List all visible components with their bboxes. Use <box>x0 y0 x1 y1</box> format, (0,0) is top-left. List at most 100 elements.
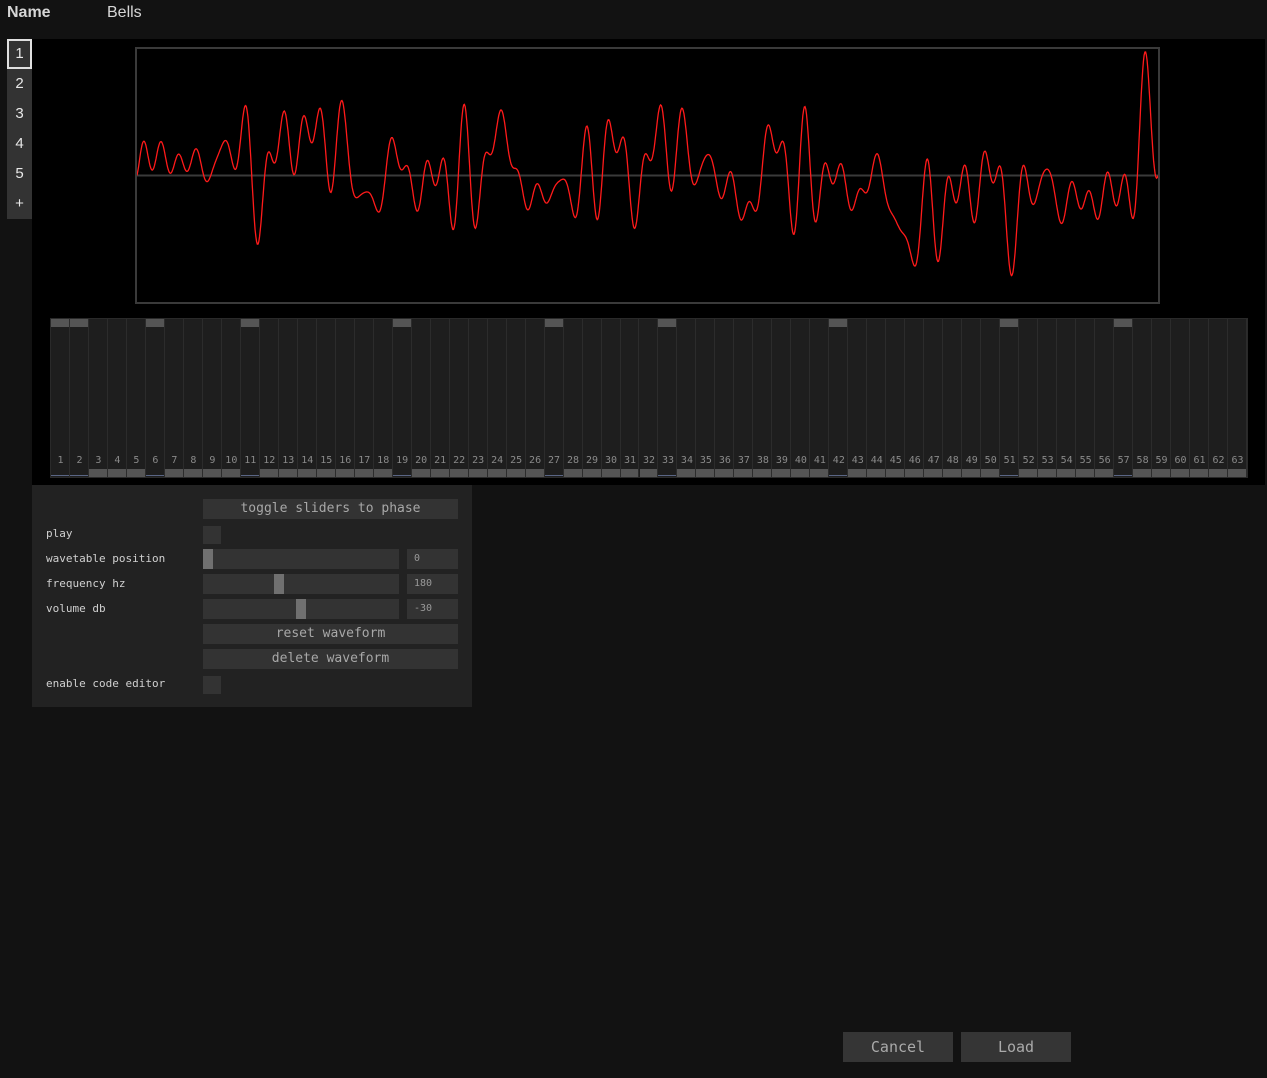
harmonic-slider[interactable]: 40 <box>791 319 811 477</box>
slider-handle[interactable] <box>829 319 848 327</box>
slider-handle[interactable] <box>886 469 905 477</box>
harmonic-slider[interactable]: 51 <box>1000 319 1020 477</box>
harmonic-slider[interactable]: 52 <box>1019 319 1039 477</box>
slider-handle[interactable] <box>88 469 107 477</box>
slider-handle[interactable] <box>1095 469 1114 477</box>
slider-handle[interactable] <box>354 469 373 477</box>
load-button[interactable]: Load <box>961 1032 1071 1062</box>
harmonic-slider[interactable]: 34 <box>677 319 697 477</box>
harmonic-slider[interactable]: 24 <box>487 319 507 477</box>
slider-thumb[interactable] <box>273 574 284 594</box>
harmonic-slider[interactable]: 11 <box>240 319 260 477</box>
slider-handle[interactable] <box>145 319 164 327</box>
harmonic-slider[interactable]: 30 <box>601 319 621 477</box>
slider-handle[interactable] <box>278 469 297 477</box>
tab-4[interactable]: 4 <box>7 129 32 159</box>
add-tab-button[interactable]: + <box>7 189 32 219</box>
frequency-input[interactable]: 180 <box>407 574 458 594</box>
slider-handle[interactable] <box>1019 469 1038 477</box>
harmonic-slider[interactable]: 28 <box>563 319 583 477</box>
slider-handle[interactable] <box>943 469 962 477</box>
harmonic-slider[interactable]: 57 <box>1114 319 1134 477</box>
harmonic-slider[interactable]: 63 <box>1228 319 1247 477</box>
wavetable-position-slider[interactable] <box>203 549 399 569</box>
slider-handle[interactable] <box>1152 469 1171 477</box>
harmonic-slider[interactable]: 49 <box>962 319 982 477</box>
slider-handle[interactable] <box>867 469 886 477</box>
slider-handle[interactable] <box>639 469 658 477</box>
slider-handle[interactable] <box>487 469 506 477</box>
harmonic-slider[interactable]: 20 <box>411 319 431 477</box>
slider-handle[interactable] <box>734 469 753 477</box>
slider-handle[interactable] <box>810 469 829 477</box>
slider-handle[interactable] <box>449 469 468 477</box>
harmonic-slider[interactable]: 60 <box>1171 319 1191 477</box>
harmonic-slider[interactable]: 26 <box>525 319 545 477</box>
slider-handle[interactable] <box>126 469 145 477</box>
reset-waveform-button[interactable]: reset waveform <box>203 624 458 644</box>
name-value[interactable]: Bells <box>107 4 142 22</box>
tab-5[interactable]: 5 <box>7 159 32 189</box>
slider-handle[interactable] <box>240 319 259 327</box>
harmonic-slider[interactable]: 43 <box>848 319 868 477</box>
slider-handle[interactable] <box>1057 469 1076 477</box>
slider-handle[interactable] <box>962 469 981 477</box>
slider-handle[interactable] <box>1000 319 1019 327</box>
slider-handle[interactable] <box>563 469 582 477</box>
slider-handle[interactable] <box>430 469 449 477</box>
harmonic-slider[interactable]: 45 <box>886 319 906 477</box>
tab-3[interactable]: 3 <box>7 99 32 129</box>
slider-handle[interactable] <box>582 469 601 477</box>
harmonic-slider[interactable]: 2 <box>69 319 89 477</box>
slider-handle[interactable] <box>164 469 183 477</box>
slider-handle[interactable] <box>411 469 430 477</box>
harmonic-slider[interactable]: 58 <box>1133 319 1153 477</box>
slider-handle[interactable] <box>696 469 715 477</box>
slider-handle[interactable] <box>1038 469 1057 477</box>
slider-handle[interactable] <box>316 469 335 477</box>
volume-input[interactable]: -30 <box>407 599 458 619</box>
slider-handle[interactable] <box>69 319 88 327</box>
harmonic-slider[interactable]: 29 <box>582 319 602 477</box>
harmonic-slider[interactable]: 21 <box>430 319 450 477</box>
slider-handle[interactable] <box>202 469 221 477</box>
slider-handle[interactable] <box>905 469 924 477</box>
slider-handle[interactable] <box>297 469 316 477</box>
toggle-phase-button[interactable]: toggle sliders to phase <box>203 499 458 519</box>
harmonic-slider[interactable]: 1 <box>51 319 70 477</box>
slider-handle[interactable] <box>1171 469 1190 477</box>
harmonic-slider[interactable]: 23 <box>468 319 488 477</box>
slider-handle[interactable] <box>1209 469 1227 477</box>
harmonic-slider[interactable]: 9 <box>202 319 222 477</box>
harmonic-slider[interactable]: 17 <box>354 319 374 477</box>
harmonic-slider[interactable]: 16 <box>335 319 355 477</box>
harmonic-slider[interactable]: 6 <box>145 319 165 477</box>
delete-waveform-button[interactable]: delete waveform <box>203 649 458 669</box>
slider-handle[interactable] <box>107 469 126 477</box>
tab-2[interactable]: 2 <box>7 69 32 99</box>
slider-handle[interactable] <box>981 469 1000 477</box>
slider-handle[interactable] <box>772 469 791 477</box>
harmonic-slider[interactable]: 25 <box>506 319 526 477</box>
slider-handle[interactable] <box>1114 319 1133 327</box>
slider-handle[interactable] <box>753 469 772 477</box>
harmonic-slider[interactable]: 3 <box>88 319 108 477</box>
slider-thumb[interactable] <box>296 599 306 619</box>
frequency-slider[interactable] <box>203 574 399 594</box>
slider-handle[interactable] <box>221 469 240 477</box>
volume-slider[interactable] <box>203 599 399 619</box>
harmonic-slider[interactable]: 22 <box>449 319 469 477</box>
slider-handle[interactable] <box>677 469 696 477</box>
harmonic-slider[interactable]: 18 <box>373 319 393 477</box>
harmonic-slider[interactable]: 12 <box>259 319 279 477</box>
harmonic-slider[interactable]: 5 <box>126 319 146 477</box>
tab-1[interactable]: 1 <box>7 39 32 69</box>
slider-handle[interactable] <box>848 469 867 477</box>
cancel-button[interactable]: Cancel <box>843 1032 953 1062</box>
harmonic-slider[interactable]: 8 <box>183 319 203 477</box>
slider-handle[interactable] <box>468 469 487 477</box>
slider-handle[interactable] <box>392 319 411 327</box>
harmonic-slider[interactable]: 33 <box>658 319 678 477</box>
slider-handle[interactable] <box>373 469 392 477</box>
harmonic-slider[interactable]: 15 <box>316 319 336 477</box>
